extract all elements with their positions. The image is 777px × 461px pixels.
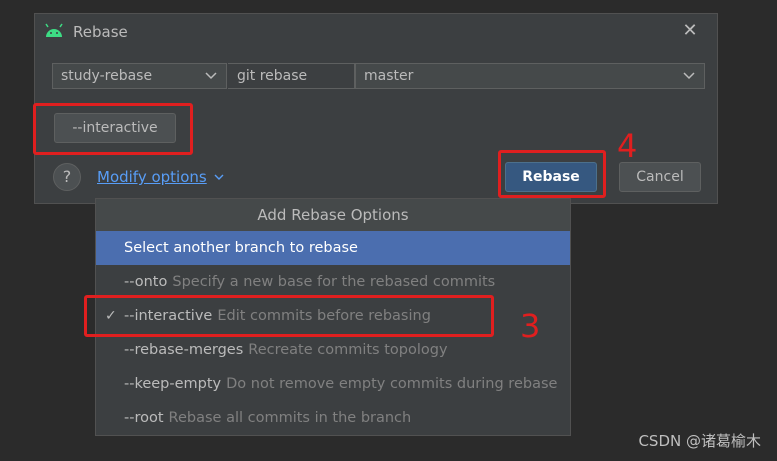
option-root[interactable]: --root Rebase all commits in the branch	[96, 401, 570, 435]
git-rebase-label: git rebase	[228, 63, 355, 89]
branch-value: study-rebase	[61, 68, 153, 84]
chevron-down-icon[interactable]	[213, 171, 225, 183]
dialog-titlebar: Rebase ✕	[35, 14, 717, 52]
watermark: CSDN @诸葛榆木	[638, 432, 761, 450]
annotation-step-3: 3	[520, 307, 541, 345]
option-desc: Recreate commits topology	[248, 342, 448, 358]
option-flag: --onto	[124, 274, 168, 290]
annotation-box-rebase-button	[498, 150, 606, 198]
chevron-down-icon[interactable]	[682, 69, 696, 83]
upstream-value: master	[364, 68, 414, 84]
upstream-combobox[interactable]: master	[355, 63, 705, 89]
close-icon[interactable]: ✕	[679, 20, 701, 42]
annotation-box-interactive-chip	[33, 103, 193, 155]
cancel-button[interactable]: Cancel	[619, 162, 701, 192]
android-icon	[45, 23, 63, 37]
option-desc: Specify a new base for the rebased commi…	[172, 274, 496, 290]
option-label: Select another branch to rebase	[124, 240, 358, 256]
option-rebase-merges[interactable]: --rebase-merges Recreate commits topology	[96, 333, 570, 367]
option-flag: --rebase-merges	[124, 342, 244, 358]
option-keep-empty[interactable]: --keep-empty Do not remove empty commits …	[96, 367, 570, 401]
chevron-down-icon[interactable]	[204, 69, 218, 83]
option-onto[interactable]: --onto Specify a new base for the rebased…	[96, 265, 570, 299]
branch-combobox[interactable]: study-rebase	[52, 63, 227, 89]
popup-header: Add Rebase Options	[96, 199, 570, 231]
option-desc: Do not remove empty commits during rebas…	[226, 376, 558, 392]
modify-options-link[interactable]: Modify options	[97, 168, 207, 186]
option-desc: Rebase all commits in the branch	[168, 410, 412, 426]
option-flag: --root	[124, 410, 164, 426]
option-flag: --keep-empty	[124, 376, 222, 392]
option-select-branch[interactable]: Select another branch to rebase	[96, 231, 570, 265]
git-rebase-text: git rebase	[237, 68, 308, 84]
help-icon[interactable]: ?	[53, 163, 81, 191]
annotation-step-4: 4	[617, 127, 638, 165]
annotation-box-interactive-option	[84, 295, 494, 337]
dialog-title: Rebase	[73, 23, 128, 41]
